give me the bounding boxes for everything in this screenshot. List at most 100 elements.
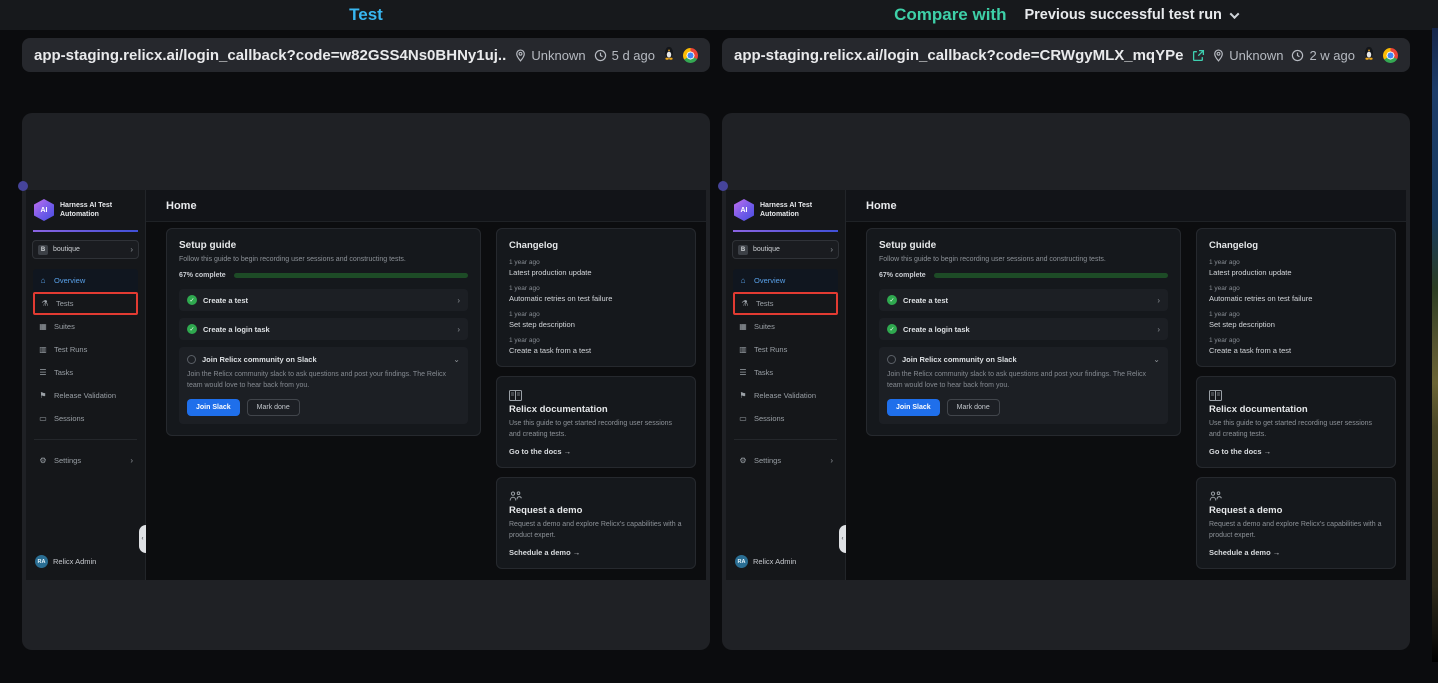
compare-view: Test app-staging.relicx.ai/login_callbac… xyxy=(0,0,1438,683)
app-logo-row: AI Harness AI TestAutomation xyxy=(732,197,839,223)
release-validation-icon: ⚑ xyxy=(38,391,48,400)
book-icon xyxy=(1209,388,1383,399)
join-slack-button: Join Slack xyxy=(887,399,940,416)
setup-guide-item: ✓ Create a login task › xyxy=(179,318,468,340)
nav-item-label: Test Runs xyxy=(754,345,833,354)
changelog-title: Changelog xyxy=(1209,240,1383,251)
setup-guide-card: Setup guide Follow this guide to begin r… xyxy=(166,228,481,436)
linux-os-icon xyxy=(1363,46,1375,65)
tasks-icon: ☰ xyxy=(38,368,48,377)
pointer-marker xyxy=(718,181,728,191)
chevron-down-icon: ⌄ xyxy=(453,355,460,364)
changelog-entry: 1 year ago Automatic retries on test fai… xyxy=(509,285,683,303)
app-sidebar: AI Harness AI TestAutomation B boutique … xyxy=(26,190,146,580)
age-label: 2 w ago xyxy=(1309,48,1355,63)
external-link-icon[interactable] xyxy=(1192,49,1205,62)
location-label: Unknown xyxy=(531,48,585,63)
location-label: Unknown xyxy=(1229,48,1283,63)
nav-item-label: Release Validation xyxy=(54,391,133,400)
home-icon: ⌂ xyxy=(38,276,48,285)
sidebar-nav-item: ☰ Tasks xyxy=(33,361,138,384)
setup-guide-title: Setup guide xyxy=(879,240,1168,251)
location-meta: Unknown xyxy=(515,48,585,63)
changelog-entry-title: Create a task from a test xyxy=(1209,346,1383,355)
changelog-time: 1 year ago xyxy=(1209,259,1383,266)
sidebar-nav-item: ▥ Test Runs xyxy=(733,338,838,361)
people-icon xyxy=(1209,489,1383,500)
chevron-right-icon: › xyxy=(1157,325,1160,334)
schedule-demo-link: Schedule a demo → xyxy=(509,548,683,557)
chevron-right-icon: › xyxy=(1157,296,1160,305)
changelog-time: 1 year ago xyxy=(509,337,683,344)
changelog-entry-title: Set step description xyxy=(1209,320,1383,329)
demo-description: Request a demo and explore Relicx's capa… xyxy=(1209,520,1383,541)
changelog-time: 1 year ago xyxy=(1209,285,1383,292)
project-selector: B boutique › xyxy=(32,240,139,259)
changelog-time: 1 year ago xyxy=(1209,337,1383,344)
progress-row: 67% complete xyxy=(179,272,468,279)
dropdown-selected-value[interactable]: Previous successful test run xyxy=(1024,7,1221,23)
app-screenshot: AI Harness AI TestAutomation B boutique … xyxy=(26,190,706,580)
unchecked-circle-icon xyxy=(187,355,196,364)
tests-icon: ⚗ xyxy=(740,299,750,308)
sessions-icon: ▭ xyxy=(738,414,748,423)
sidebar-item-settings: ⚙ Settings › xyxy=(733,449,838,472)
setup-item-description: Join the Relicx community slack to ask q… xyxy=(887,370,1160,391)
setup-guide-items: ✓ Create a test › ✓ Create a login task xyxy=(879,289,1168,340)
nav-item-label: Suites xyxy=(54,322,133,331)
changelog-entry: 1 year ago Set step description xyxy=(509,311,683,329)
setup-item-label: Create a test xyxy=(903,296,1151,305)
sidebar-nav-item: ▭ Sessions xyxy=(33,407,138,430)
sidebar-nav-item: ☰ Tasks xyxy=(733,361,838,384)
page-title: Home xyxy=(866,200,897,212)
chevron-right-icon: › xyxy=(130,457,133,465)
avatar: RA xyxy=(35,555,48,568)
chevron-down-icon: ⌄ xyxy=(1153,355,1160,364)
url-text: app-staging.relicx.ai/login_callback?cod… xyxy=(734,47,1184,64)
app-brand-name: Harness AI TestAutomation xyxy=(760,201,812,220)
setup-item-label: Create a login task xyxy=(203,325,451,334)
request-demo-card: Request a demo Request a demo and explor… xyxy=(1196,477,1396,569)
mark-done-button: Mark done xyxy=(247,399,300,416)
harness-logo-icon: AI xyxy=(734,199,754,221)
user-name: Relicx Admin xyxy=(53,557,96,566)
progress-bar xyxy=(934,273,1168,278)
panel-title: Test xyxy=(349,5,383,25)
screenshot-viewer: AI Harness AI TestAutomation B boutique … xyxy=(22,113,710,650)
nav-item-label: Settings xyxy=(754,456,824,465)
comparison-panel: Compare with Previous successful test ru… xyxy=(722,0,1410,683)
suites-icon: ▦ xyxy=(38,322,48,331)
demo-description: Request a demo and explore Relicx's capa… xyxy=(509,520,683,541)
setup-item-label: Join Relicx community on Slack xyxy=(902,355,1147,364)
project-selector: B boutique › xyxy=(732,240,839,259)
nav-item-label: Tasks xyxy=(754,368,833,377)
setup-item-label: Join Relicx community on Slack xyxy=(202,355,447,364)
age-meta: 5 d ago xyxy=(594,48,655,63)
comparison-panel: Test app-staging.relicx.ai/login_callbac… xyxy=(22,0,710,683)
nav-item-label: Tasks xyxy=(54,368,133,377)
setup-item-description: Join the Relicx community slack to ask q… xyxy=(187,370,460,391)
avatar: RA xyxy=(735,555,748,568)
screenshot-viewer: AI Harness AI TestAutomation B boutique … xyxy=(722,113,1410,650)
setup-guide-item: ✓ Create a test › xyxy=(179,289,468,311)
project-name: boutique xyxy=(53,246,125,253)
pointer-marker xyxy=(18,181,28,191)
sidebar-nav-item: ▥ Test Runs xyxy=(33,338,138,361)
tasks-icon: ☰ xyxy=(738,368,748,377)
changelog-time: 1 year ago xyxy=(509,285,683,292)
clock-icon xyxy=(594,49,607,62)
settings-icon: ⚙ xyxy=(738,456,748,465)
demo-title: Request a demo xyxy=(1209,505,1383,516)
changelog-time: 1 year ago xyxy=(509,311,683,318)
gradient-divider xyxy=(33,230,138,232)
compare-run-dropdown[interactable]: Previous successful test run xyxy=(1024,7,1237,23)
setup-guide-items: ✓ Create a test › ✓ Create a login task xyxy=(179,289,468,340)
unchecked-circle-icon xyxy=(887,355,896,364)
schedule-demo-link: Schedule a demo → xyxy=(1209,548,1383,557)
app-main: Home Setup guide Follow this guide to be… xyxy=(846,190,1406,580)
changelog-entry: 1 year ago Create a task from a test xyxy=(1209,337,1383,355)
changelog-entry: 1 year ago Set step description xyxy=(1209,311,1383,329)
page-title: Home xyxy=(166,200,197,212)
test-runs-icon: ▥ xyxy=(38,345,48,354)
documentation-title: Relicx documentation xyxy=(1209,404,1383,415)
